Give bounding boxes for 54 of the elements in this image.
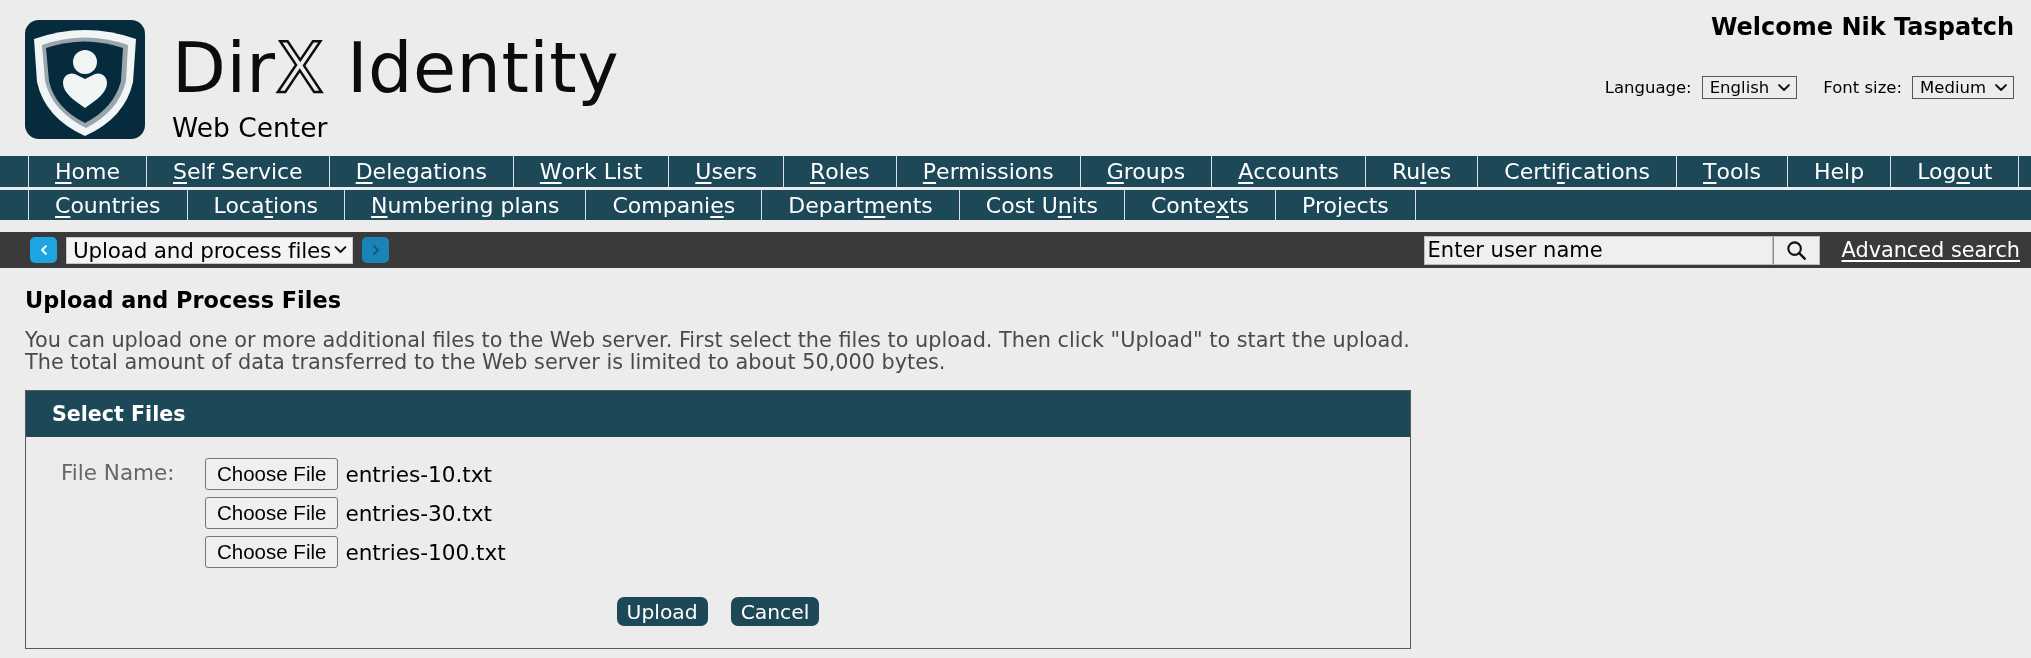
shield-person-icon <box>25 20 145 139</box>
chevron-down-icon <box>334 246 347 254</box>
nav-link[interactable]: Permissions <box>896 156 1081 187</box>
file-name: entries-30.txt <box>345 500 493 526</box>
choose-file-button[interactable]: Choose File <box>205 497 339 529</box>
chevron-down-icon <box>1778 83 1791 92</box>
description-text: The total amount of data transferred to the Web server is limited to about 50,000 bytes. <box>25 351 946 373</box>
font-size-select[interactable]: Medium <box>1912 76 2014 99</box>
page-select[interactable]: Upload and process files <box>66 236 353 264</box>
nav-link[interactable]: Cost Units <box>959 190 1125 220</box>
nav-link[interactable]: Contexts <box>1125 190 1277 220</box>
choose-file-button[interactable]: Choose File <box>205 458 339 490</box>
nav-link[interactable]: Groups <box>1080 156 1213 187</box>
welcome-message: Welcome Nik Taspatch <box>1710 15 2014 39</box>
field-label: File Name: <box>61 459 175 485</box>
language-select[interactable]: English <box>1701 76 1798 99</box>
chevron-down-icon <box>1995 83 2007 92</box>
nav-link[interactable]: Countries <box>28 190 188 220</box>
nav-link[interactable]: Self Service <box>147 156 330 187</box>
search-icon <box>1786 240 1806 260</box>
nav-link[interactable]: Departments <box>762 190 960 220</box>
page-title: Upload and Process Files <box>25 287 342 313</box>
upload-button[interactable]: Upload <box>616 597 708 626</box>
nav-link[interactable]: Work List <box>513 156 670 187</box>
nav-link[interactable]: Locations <box>187 190 346 220</box>
description-text: You can upload one or more additional files to the Web server. First select the files to upload. Then click "Upload" to start the upload. <box>25 329 1410 351</box>
search-field[interactable]: Enter user name <box>1423 235 1773 265</box>
nav-link[interactable]: Delegations <box>329 156 514 187</box>
previous-button[interactable] <box>30 237 57 263</box>
nav-link[interactable]: Rules <box>1365 156 1479 187</box>
nav-link[interactable]: Home <box>28 156 147 187</box>
chevron-right-icon <box>372 245 379 255</box>
nav-link[interactable]: Help <box>1787 156 1892 187</box>
cancel-button[interactable]: Cancel <box>730 597 820 626</box>
logo-subtitle: Web Center <box>172 114 328 141</box>
choose-file-button[interactable]: Choose File <box>205 536 339 568</box>
nav-link[interactable]: Numbering plans <box>345 190 587 220</box>
logo-wordmark: DirX Identity <box>172 27 620 109</box>
language-label: Language: <box>1604 78 1692 97</box>
search-button[interactable] <box>1772 235 1820 265</box>
file-name: entries-10.txt <box>345 461 493 487</box>
nav-link[interactable]: Certifications <box>1478 156 1677 187</box>
nav-link[interactable]: Users <box>669 156 784 187</box>
nav-link[interactable]: Logout <box>1891 156 2020 187</box>
nav-link[interactable]: Projects <box>1276 190 1416 220</box>
nav-link[interactable]: Accounts <box>1212 156 1366 187</box>
panel-header: Select Files <box>26 391 1410 437</box>
font-size-label: Font size: <box>1823 78 1902 97</box>
nav-link[interactable]: Roles <box>783 156 897 187</box>
advanced-search-link[interactable]: Advanced search <box>1841 238 2020 262</box>
nav-link[interactable]: Tools <box>1677 156 1788 187</box>
chevron-left-icon <box>40 245 47 255</box>
nav-link[interactable]: Companies <box>586 190 763 220</box>
file-name: entries-100.txt <box>345 539 506 565</box>
